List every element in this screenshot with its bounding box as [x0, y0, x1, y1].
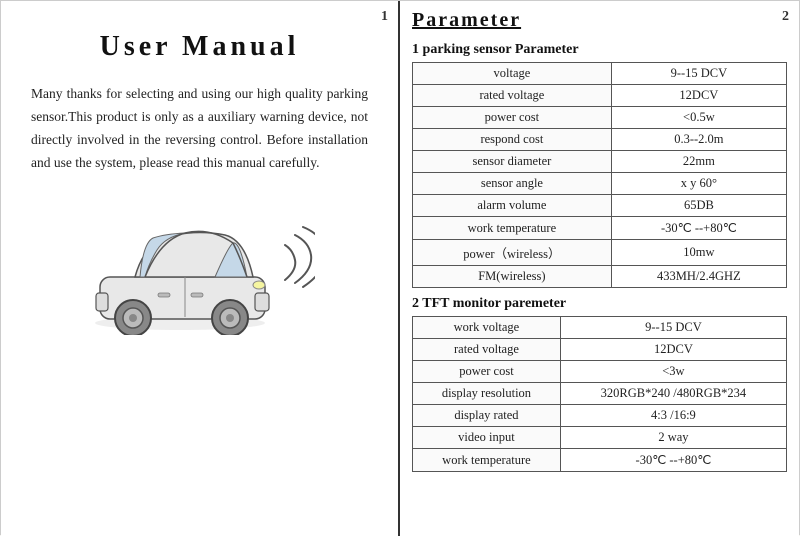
table-row: alarm volume65DB — [413, 195, 787, 217]
table-row: video input2 way — [413, 427, 787, 449]
tft-monitor-table: work voltage9--15 DCVrated voltage12DCVp… — [412, 316, 787, 472]
table-row: rated voltage12DCV — [413, 85, 787, 107]
car-illustration — [26, 205, 373, 335]
parameter-title: Parameter — [412, 9, 787, 32]
car-svg — [85, 205, 315, 335]
page-number-right: 2 — [782, 9, 789, 25]
intro-paragraph: Many thanks for selecting and using our … — [26, 83, 373, 175]
table-row: rated voltage12DCV — [413, 339, 787, 361]
left-panel: 1 User Manual Many thanks for selecting … — [1, 1, 400, 536]
table-row: display resolution320RGB*240 /480RGB*234 — [413, 383, 787, 405]
user-manual-title: User Manual — [26, 31, 373, 63]
parking-sensor-table: voltage9--15 DCVrated voltage12DCVpower … — [412, 62, 787, 288]
section2-heading: 2 TFT monitor paremeter — [412, 296, 787, 312]
table-row: display rated4:3 /16:9 — [413, 405, 787, 427]
page-number-left: 1 — [381, 9, 388, 25]
table-row: voltage9--15 DCV — [413, 63, 787, 85]
table-row: work voltage9--15 DCV — [413, 317, 787, 339]
table-row: work temperature-30℃ --+80℃ — [413, 449, 787, 472]
page-container: 1 User Manual Many thanks for selecting … — [0, 0, 800, 535]
table-row: respond cost0.3--2.0m — [413, 129, 787, 151]
table-row: work temperature-30℃ --+80℃ — [413, 217, 787, 240]
table-row: power（wireless）10mw — [413, 240, 787, 266]
section1-heading: 1 parking sensor Parameter — [412, 42, 787, 58]
right-panel: 2 Parameter 1 parking sensor Parameter v… — [400, 1, 799, 536]
table-row: power cost<3w — [413, 361, 787, 383]
table-row: power cost<0.5w — [413, 107, 787, 129]
table-row: sensor diameter22mm — [413, 151, 787, 173]
table-row: sensor anglex y 60° — [413, 173, 787, 195]
car-svg-container — [85, 205, 315, 335]
table-row: FM(wireless)433MH/2.4GHZ — [413, 266, 787, 288]
